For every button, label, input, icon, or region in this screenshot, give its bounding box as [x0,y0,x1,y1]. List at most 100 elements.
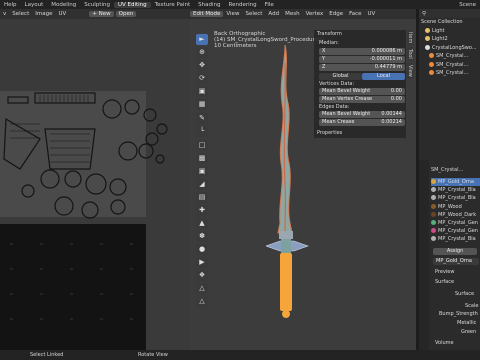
edge-menu[interactable]: Edge [326,11,346,17]
scale-prop-label: Scale [465,303,479,309]
menu-help[interactable]: Help [0,2,21,8]
menu-file[interactable]: File [261,2,278,8]
median-z-field[interactable]: Z 0.44779 m [319,64,405,71]
material-slot-0-icon [431,179,436,184]
scale-tool[interactable]: ▣ [196,86,208,97]
workspace-uv-editing-tab[interactable]: UV Editing [113,1,151,8]
inset-tool[interactable]: ▣ [196,166,208,177]
material-slot[interactable]: MP_Crystal_Bla [431,235,480,243]
spin-tool[interactable]: ✽ [196,231,208,242]
edge-slide-tool[interactable]: ▶ [196,257,208,268]
green-prop-label: Green [461,329,477,335]
material-slot-2-icon [431,195,436,201]
mesh-menu[interactable]: Mesh [282,11,302,17]
transform-header[interactable]: Transform [317,31,342,37]
add-cube-tool[interactable]: □ [196,140,208,151]
mesh-icon [429,53,434,58]
outliner-light[interactable]: Light [421,27,480,36]
loop-cut-tool[interactable]: ▤ [196,192,208,203]
mesh-icon [429,61,434,67]
extrude-tool[interactable]: ▩ [196,153,208,164]
properties-tab-bar [419,160,429,350]
move-tool[interactable]: ✥ [196,60,208,71]
rotate-tool[interactable]: ⟳ [196,73,208,84]
status-rotate-view: Rotate View [138,352,168,358]
collection-icon [425,44,430,50]
material-slot[interactable]: MP_Crystal_Gen [431,219,480,227]
uv-canvas[interactable] [0,19,190,350]
material-slot[interactable]: MP_Crystal_Bla [431,194,480,202]
edit-mode-selector[interactable]: Edit Mode [190,11,224,17]
volume-panel-header[interactable]: Volume [435,340,454,346]
properties-header[interactable]: Properties [317,130,342,136]
poly-build-tool[interactable]: ▲ [196,218,208,229]
bevel-tool[interactable]: ◢ [196,179,208,190]
material-slot[interactable]: MP_Wood_Dark [431,211,480,219]
outliner-search-icon[interactable]: ⚲ [419,11,429,17]
uv-menu[interactable]: UV [365,11,379,17]
surface-panel-header[interactable]: Surface [435,279,454,285]
annotate-tool[interactable]: ✎ [196,113,208,124]
active-material-selector[interactable]: MP_Gold_Orna [433,258,479,265]
tab-item[interactable]: Item [407,30,413,46]
transform-tool[interactable]: ▦ [196,99,208,110]
workspace-shading-tab[interactable]: Shading [194,2,224,8]
material-object-name: SM_Crystal... [431,167,464,173]
uv-uv-menu[interactable]: UV [55,11,69,17]
cursor-tool[interactable]: ⊕ [196,47,208,58]
view-menu[interactable]: View [223,11,242,17]
material-slot-3-icon [431,203,436,209]
select-menu[interactable]: Select [242,11,265,17]
open-image-button[interactable]: Open [115,11,137,17]
vertex-menu[interactable]: Vertex [303,11,327,17]
material-slot[interactable]: MP_Crystal_Bla [431,186,480,194]
outliner-object-1[interactable]: SM_Crystal... [421,52,480,61]
median-x-field[interactable]: X 0.000086 m [319,48,405,55]
edge-bevel-weight-field[interactable]: Mean Bevel Weight 0.00144 [319,111,405,118]
uv-mode-menu[interactable]: v [0,11,9,17]
select-box-tool[interactable]: ► [196,34,208,45]
vertex-crease-field[interactable]: Mean Vertex Crease 0.00 [319,96,405,103]
measure-tool[interactable]: └ [196,126,208,137]
median-y-field[interactable]: Y -0.000011 m [319,56,405,63]
uv-editor[interactable]: v Select Image UV + New Open [0,9,190,350]
scene-selector[interactable]: Scene [455,2,480,8]
global-toggle[interactable]: Global [319,73,362,80]
workspace-rendering-tab[interactable]: Rendering [225,2,261,8]
workspace-sculpting-tab[interactable]: Sculpting [80,2,114,8]
outliner-collection[interactable]: CrystalLongSwo... [421,44,480,53]
status-select-linked: Select Linked [30,352,64,358]
edge-crease-field[interactable]: Mean Crease 0.00214 [319,119,405,126]
uv-dark-region [0,224,146,350]
outliner-object-2[interactable]: SM_Crystal... [421,61,480,70]
outliner-scene-collection[interactable]: Scene Collection [421,18,480,27]
outliner-object-3[interactable]: SM_Crystal... [421,69,480,78]
shrink-fatten-tool[interactable]: ❖ [196,270,208,281]
tab-tool[interactable]: Tool [407,47,413,62]
uv-select-menu[interactable]: Select [9,11,32,17]
outliner-light2[interactable]: Light2 [421,35,480,44]
vertex-bevel-weight-field[interactable]: Mean Bevel Weight 0.00 [319,88,405,95]
preview-panel-header[interactable]: Preview [435,269,454,275]
new-image-button[interactable]: + New [89,11,114,17]
knife-tool[interactable]: ✚ [196,205,208,216]
local-toggle[interactable]: Local [362,73,405,80]
grip [280,253,292,311]
workspace-modeling-tab[interactable]: Modeling [47,2,80,8]
add-menu[interactable]: Add [265,11,282,17]
assign-button[interactable]: Assign [433,248,477,255]
edges-data-label: Edges Data: [319,104,350,110]
workspace-texture-paint-tab[interactable]: Texture Paint [151,2,195,8]
smooth-tool[interactable]: ● [196,244,208,255]
workspace-layout-tab[interactable]: Layout [21,2,48,8]
face-menu[interactable]: Face [346,11,364,17]
shear-tool[interactable]: △ [196,283,208,294]
tab-view[interactable]: View [407,63,413,79]
material-slot[interactable]: MP_Crystal_Gen [431,227,480,235]
uv-image-menu[interactable]: Image [32,11,55,17]
light-icon [425,36,430,41]
rip-region-tool[interactable]: △ [196,296,208,307]
material-slot[interactable]: MP_Wood [431,203,480,211]
uv-islands-area [0,91,146,217]
material-slot[interactable]: MP_Gold_Orna [431,178,480,187]
